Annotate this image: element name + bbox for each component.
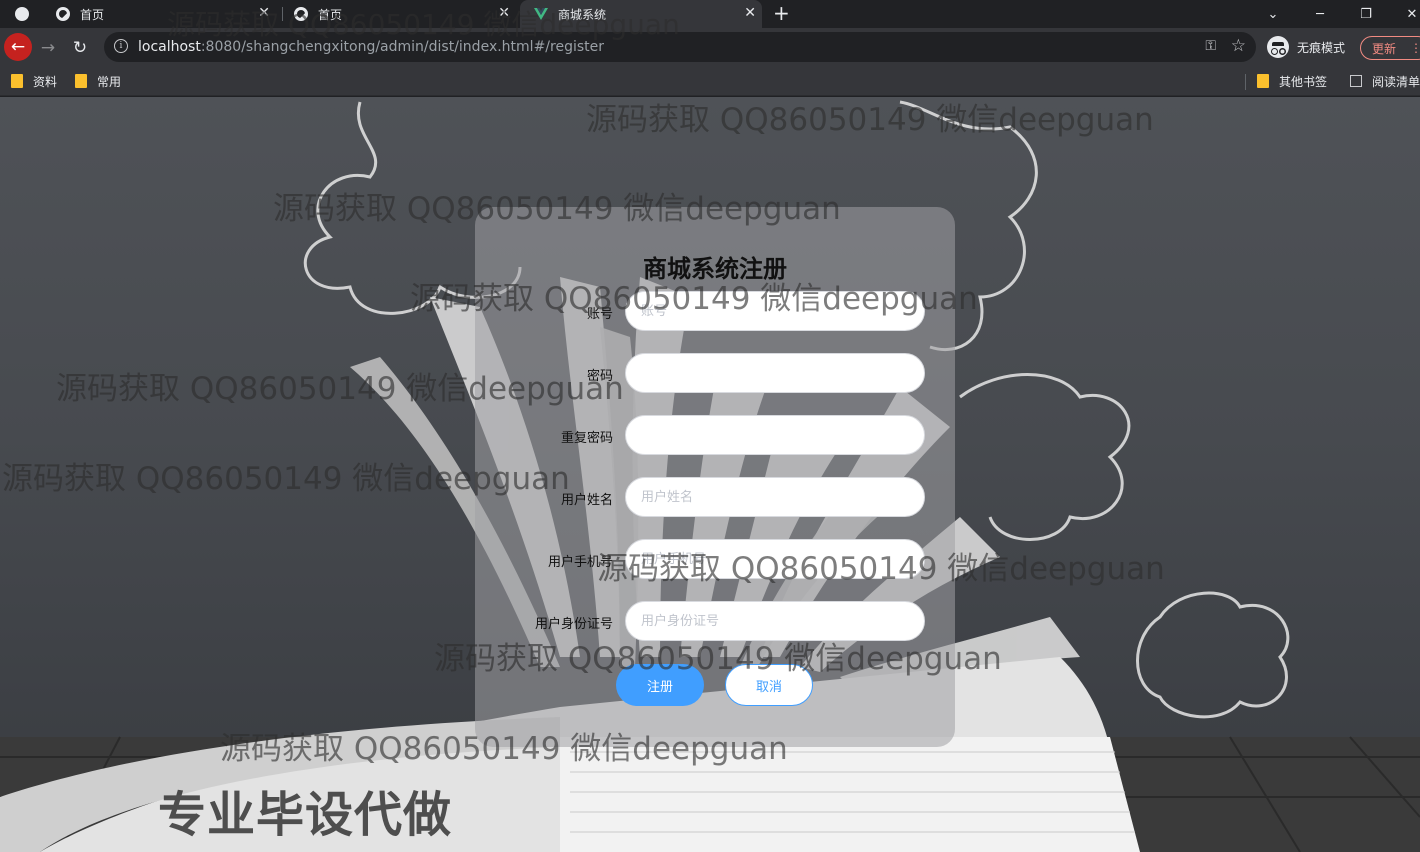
restore-button[interactable]: ❐	[1343, 0, 1389, 28]
other-bookmarks-label: 其他书签	[1279, 74, 1328, 89]
address-bar[interactable]: i localhost:8080/shangchengxitong/admin/…	[104, 32, 1256, 62]
folder-icon	[75, 74, 87, 88]
id-card-label: 用户身份证号	[534, 617, 613, 632]
bookmark-star-icon[interactable]: ☆	[1231, 36, 1246, 56]
browser-menu-icon[interactable]	[8, 1, 36, 27]
password-key-icon[interactable]: ⚿	[1205, 38, 1216, 54]
browser-toolbar: ← → ↻ i localhost:8080/shangchengxitong/…	[0, 28, 1420, 66]
tab-label: 首页	[318, 7, 343, 22]
back-button[interactable]: ←	[4, 33, 32, 61]
folder-icon	[11, 74, 23, 88]
bookmarks-bar: 资料 常用 其他书签 阅读清单	[0, 66, 1420, 96]
tab-label: 首页	[80, 7, 105, 22]
close-tab-icon[interactable]: ✕	[744, 5, 756, 21]
globe-icon	[294, 7, 308, 21]
close-tab-icon[interactable]: ✕	[498, 5, 510, 21]
reading-list-label: 阅读清单	[1372, 74, 1420, 89]
tab-home-1[interactable]: 首页 ✕	[44, 0, 276, 28]
register-title: 商城系统注册	[643, 255, 787, 283]
folder-icon	[1257, 74, 1269, 88]
minimize-button[interactable]: ─	[1297, 0, 1343, 28]
globe-icon	[56, 7, 70, 21]
tab-mall-system[interactable]: 商城系统 ✕	[520, 0, 762, 28]
register-button[interactable]: 注册	[616, 664, 704, 706]
tab-label: 商城系统	[558, 7, 607, 22]
update-button[interactable]: 更新 ⋮	[1360, 36, 1420, 60]
bookmark-folder-common[interactable]: 常用	[75, 73, 121, 89]
url-text: localhost:8080/shangchengxitong/admin/di…	[138, 39, 604, 55]
password-input[interactable]	[625, 353, 925, 393]
bookmark-label: 常用	[97, 74, 122, 89]
incognito-indicator[interactable]: 无痕模式	[1267, 36, 1345, 58]
bookmarks-separator	[1245, 74, 1246, 90]
id-card-input[interactable]	[625, 601, 925, 641]
incognito-label: 无痕模式	[1297, 40, 1346, 55]
tab-home-2[interactable]: 首页 ✕	[284, 0, 516, 28]
reading-list[interactable]: 阅读清单	[1350, 73, 1420, 89]
vue-logo-icon	[534, 8, 548, 20]
reading-list-icon	[1350, 75, 1362, 87]
user-name-label: 用户姓名	[560, 493, 613, 508]
account-label: 账号	[586, 307, 613, 322]
incognito-icon	[1267, 36, 1289, 58]
repeat-password-input[interactable]	[625, 415, 925, 455]
more-menu-icon: ⋮	[1410, 41, 1420, 55]
close-tab-icon[interactable]: ✕	[258, 5, 270, 21]
forward-button[interactable]: →	[34, 34, 62, 62]
register-page: 商城系统注册 账号 密码 重复密码 用户姓名 用户手机号 用户身份证号 注册 取…	[0, 97, 1420, 852]
user-phone-input[interactable]	[625, 539, 925, 579]
tab-search-icon[interactable]: ⌄	[1250, 0, 1296, 28]
bookmark-label: 资料	[33, 74, 58, 89]
password-label: 密码	[586, 369, 613, 384]
other-bookmarks[interactable]: 其他书签	[1257, 73, 1327, 89]
repeat-password-label: 重复密码	[560, 431, 613, 446]
user-name-input[interactable]	[625, 477, 925, 517]
new-tab-button[interactable]: +	[773, 2, 790, 24]
user-phone-label: 用户手机号	[547, 555, 613, 570]
account-input[interactable]	[625, 291, 925, 331]
site-info-icon[interactable]: i	[114, 39, 128, 53]
close-window-button[interactable]: ✕	[1389, 0, 1420, 28]
update-label: 更新	[1372, 41, 1397, 56]
bookmark-folder-materials[interactable]: 资料	[11, 73, 57, 89]
tab-strip: 首页 ✕ 首页 ✕ 商城系统 ✕ + ⌄ ─ ❐ ✕	[0, 0, 1420, 28]
reload-button[interactable]: ↻	[66, 34, 94, 62]
cancel-button[interactable]: 取消	[725, 664, 813, 706]
tab-separator	[282, 7, 283, 21]
